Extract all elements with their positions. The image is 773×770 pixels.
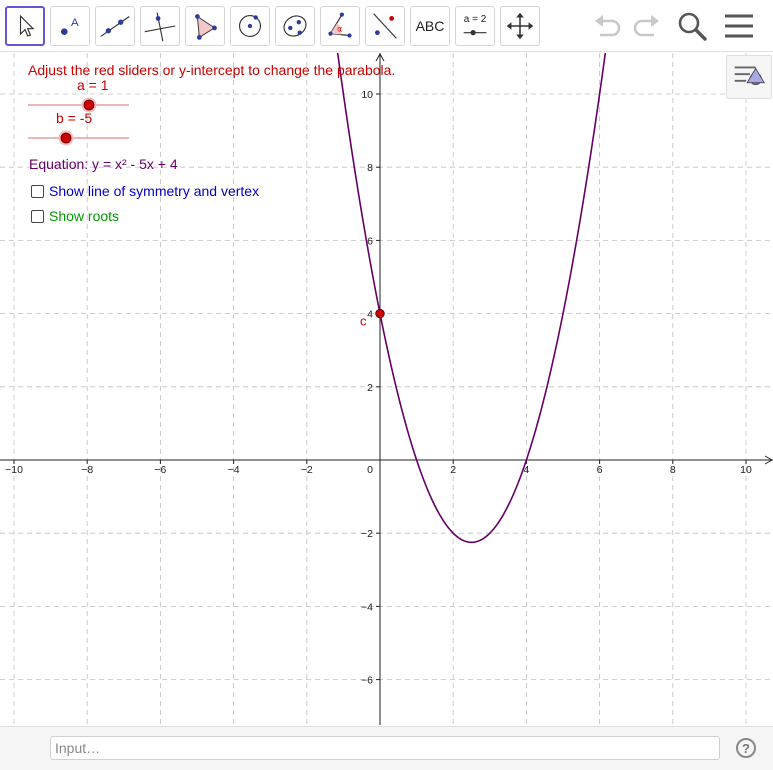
reflect-about-line-icon — [373, 13, 397, 39]
slider-a-handle[interactable] — [83, 99, 95, 111]
conic-tool[interactable] — [275, 6, 315, 46]
style-bar-toggle-button[interactable] — [726, 55, 772, 99]
x-tick-label: 6 — [597, 464, 603, 476]
show-roots-label[interactable]: Show roots — [49, 208, 119, 224]
svg-text:A: A — [71, 17, 79, 29]
text-tool-label: ABC — [415, 18, 445, 34]
perpendicular-line-icon — [144, 12, 176, 42]
graphics-view[interactable]: −10 −8 −6 −4 −2 0 2 4 6 8 10 −6 −4 −2 2 4 6 8 10 c — [0, 53, 773, 725]
y-tick-label: 10 — [361, 89, 373, 101]
slider-b-handle[interactable] — [60, 132, 72, 144]
x-tick-label: 8 — [670, 464, 676, 476]
move-graphics-view-tool[interactable] — [500, 6, 540, 46]
point-icon: A — [60, 17, 79, 36]
move-tool[interactable] — [5, 6, 45, 46]
show-symmetry-label[interactable]: Show line of symmetry and vertex — [49, 183, 259, 199]
style-bar-icon — [734, 66, 765, 86]
coordinate-plane[interactable]: −10 −8 −6 −4 −2 0 2 4 6 8 10−6−4−2246810c — [0, 53, 773, 725]
x-tick-label: −8 — [81, 464, 93, 476]
x-tick-label: 10 — [740, 464, 752, 476]
checkbox-box[interactable] — [31, 184, 44, 198]
text-tool[interactable]: ABC — [410, 6, 450, 46]
move-arrows-icon — [506, 12, 534, 40]
x-tick-label: 0 — [367, 464, 373, 476]
y-tick-label: −6 — [361, 675, 373, 687]
toolbar: A α ABC a = 2 — [0, 0, 773, 52]
undo-icon — [595, 15, 621, 37]
polygon-tool[interactable] — [185, 6, 225, 46]
y-intercept-label: c — [360, 314, 367, 329]
slider-b-label: b = -5 — [56, 110, 93, 126]
equation-text: Equation: y = x² - 5x + 4 — [29, 156, 178, 172]
y-intercept-point — [375, 308, 385, 319]
menu-button[interactable] — [721, 8, 757, 44]
line-through-points-icon — [100, 16, 130, 37]
svg-text:α: α — [337, 25, 342, 34]
x-tick-label: −2 — [301, 464, 313, 476]
x-tick-label: −6 — [154, 464, 166, 476]
circle-center-point-icon — [238, 14, 262, 38]
help-icon: ? — [742, 740, 750, 756]
polygon-icon — [195, 14, 217, 40]
y-tick-label: −4 — [361, 601, 373, 613]
ellipse-icon — [283, 15, 307, 37]
y-tick-label: 2 — [367, 382, 373, 394]
help-button[interactable]: ? — [736, 738, 756, 758]
angle-icon: α — [328, 12, 352, 38]
slider-icon — [463, 29, 487, 36]
slider-b[interactable] — [25, 129, 135, 147]
reflect-tool[interactable] — [365, 6, 405, 46]
x-tick-label: −10 — [5, 464, 23, 476]
y-tick-label: −2 — [361, 528, 373, 540]
x-tick-label: 2 — [450, 464, 456, 476]
show-symmetry-checkbox[interactable]: Show line of symmetry and vertex — [31, 183, 259, 199]
perpendicular-line-tool[interactable] — [140, 6, 180, 46]
redo-icon — [633, 15, 659, 37]
arrow-cursor-icon — [19, 14, 35, 37]
slider-a-label: a = 1 — [77, 77, 109, 93]
checkbox-box[interactable] — [31, 209, 44, 223]
y-tick-label: 8 — [367, 162, 373, 174]
algebra-input-field[interactable] — [50, 736, 720, 760]
show-roots-checkbox[interactable]: Show roots — [31, 208, 119, 224]
slider-tool[interactable]: a = 2 — [455, 6, 495, 46]
y-tick-label: 4 — [367, 309, 373, 321]
circle-tool[interactable] — [230, 6, 270, 46]
search-icon — [678, 12, 707, 41]
menu-icon — [725, 14, 753, 38]
line-tool[interactable] — [95, 6, 135, 46]
parabola-curve — [336, 53, 607, 544]
search-button[interactable] — [674, 8, 710, 44]
instruction-text: Adjust the red sliders or y-intercept to… — [28, 62, 396, 78]
undo-button[interactable] — [590, 8, 626, 44]
x-tick-label: −4 — [228, 464, 240, 476]
input-bar: ? — [0, 726, 773, 770]
point-tool[interactable]: A — [50, 6, 90, 46]
angle-tool[interactable]: α — [320, 6, 360, 46]
redo-button[interactable] — [628, 8, 664, 44]
